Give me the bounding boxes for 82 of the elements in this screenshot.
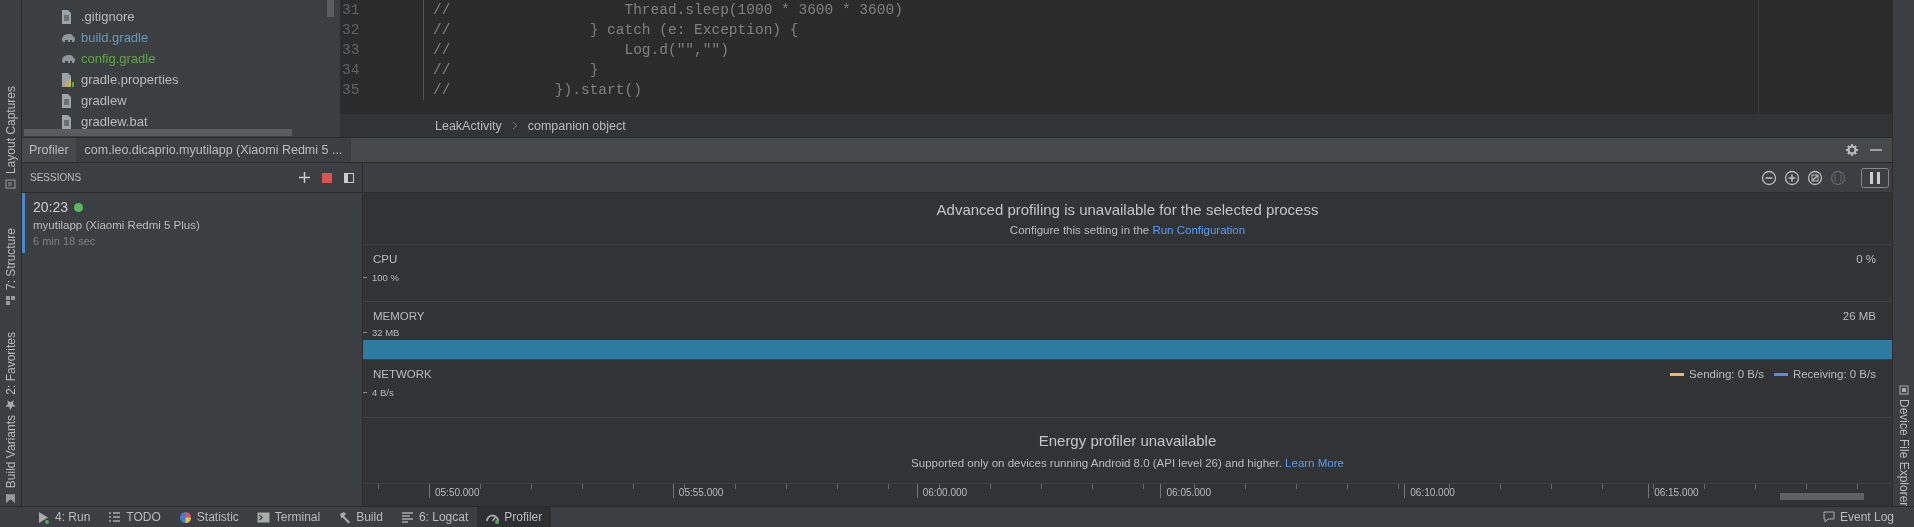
file-name[interactable]: .gitignore [81, 9, 135, 24]
line-number: 33 [340, 40, 424, 60]
monitor-label: NETWORK [373, 368, 433, 380]
axis-scale-label: 32 MB [372, 327, 400, 339]
tool-window-button[interactable]: Statistic [169, 507, 248, 527]
file-name[interactable]: config.gradle [81, 51, 156, 66]
tool-window-button[interactable]: Layout Captures [3, 84, 18, 193]
file-name[interactable]: gradlew [81, 93, 127, 108]
session-duration: 6 min 18 sec [33, 235, 97, 247]
energy-text: Supported only on devices running Android 8.0 (API level 26) and higher. Learn More [911, 457, 1344, 469]
code-line: // }).start() [432, 82, 642, 98]
tool-window-button[interactable]: Terminal [247, 507, 330, 527]
file-name[interactable]: gradlew.bat [81, 114, 148, 129]
pie-chart-icon [178, 510, 192, 524]
reset-zoom-icon[interactable] [1807, 169, 1823, 186]
energy-title: Energy profiler unavailable [1038, 432, 1217, 449]
layout-captures-icon [5, 179, 16, 191]
pause-icon[interactable] [1861, 167, 1889, 188]
properties-file-icon [61, 72, 75, 87]
tool-window-button[interactable]: 2: Favorites [3, 330, 18, 413]
breadcrumb-item[interactable]: companion object [527, 118, 626, 133]
line-number: 35 [340, 80, 424, 100]
monitor-value: 0 % [1856, 253, 1876, 265]
run-icon [37, 510, 50, 524]
axis-scale-label: 100 % [372, 271, 399, 283]
code-line: // Log.d("","") [432, 42, 729, 58]
learn-more-link[interactable]: Learn More [1285, 457, 1344, 469]
tool-window-button[interactable]: Build [329, 507, 392, 527]
monitor-label: CPU [373, 253, 399, 265]
time-axis-label: 05:55.000 [672, 484, 917, 498]
plus-icon[interactable] [299, 172, 310, 183]
tab[interactable]: com.leo.dicaprio.myutilapp (Xiaomi Redmi 5 ... [75, 138, 352, 162]
settings-icon[interactable] [1846, 144, 1858, 156]
tool-window-button[interactable]: 6: Logcat [391, 507, 478, 527]
build-variants-icon [5, 492, 16, 504]
tool-window-button[interactable]: TODO [99, 507, 170, 527]
monitor-label: MEMORY [373, 309, 426, 322]
monitor-value: 26 MB [1842, 309, 1876, 322]
chevron-icon [511, 121, 518, 130]
scrollbar[interactable] [24, 129, 292, 136]
axis-scale-label: 4 B/s [372, 386, 394, 398]
device-icon [1898, 384, 1909, 395]
structure-icon [5, 295, 16, 307]
banner-text: Configure this setting in the Run Configuration [1009, 224, 1246, 236]
file-name[interactable]: gradle.properties [81, 72, 179, 87]
speech-bubble-icon [1822, 511, 1835, 523]
star-icon [5, 399, 16, 411]
line-number: 34 [340, 60, 424, 80]
time-axis-label: 06:10.000 [1404, 484, 1649, 498]
line-number: 32 [340, 20, 424, 40]
event-log-button[interactable]: Event Log [1813, 507, 1914, 527]
tool-window-button[interactable]: Build Variants [3, 412, 18, 506]
banner-title: Advanced profiling is unavailable for the selected process [936, 201, 1319, 218]
panel-layout-icon[interactable] [344, 172, 354, 183]
tool-window-button[interactable]: Device File Explorer [1896, 384, 1911, 506]
hammer-icon [338, 510, 352, 524]
session-app: myutilapp (Xiaomi Redmi 5 Plus) [33, 219, 201, 231]
legend-label: Sending: 0 B/s [1689, 368, 1764, 380]
tool-window-button[interactable]: Profiler [477, 507, 552, 527]
file-name[interactable]: build.gradle [81, 30, 149, 45]
code-line: // } [432, 62, 599, 78]
stop-icon[interactable] [322, 172, 332, 183]
scrollbar[interactable] [1780, 493, 1864, 500]
tool-window-button[interactable]: 4: Run [28, 507, 100, 527]
time-axis-label: 05:50.000 [429, 484, 673, 498]
run-configuration-link[interactable]: Run Configuration [1152, 224, 1246, 236]
session-time: 20:23 [33, 199, 69, 215]
log-lines-icon [400, 510, 414, 524]
panel-title: SESSIONS [30, 172, 83, 183]
terminal-icon [256, 510, 270, 524]
line-number: 31 [340, 0, 424, 20]
code-line: // } catch (e: Exception) { [432, 22, 799, 38]
zoom-out-icon[interactable] [1761, 169, 1777, 186]
tool-window-button[interactable]: 7: Structure [3, 226, 18, 309]
zoom-in-icon[interactable] [1784, 169, 1800, 186]
scrollbar[interactable] [327, 0, 334, 17]
time-axis-label: 06:05.000 [1160, 484, 1405, 498]
time-axis-label: 06:00.000 [916, 484, 1161, 498]
legend-label: Receiving: 0 B/s [1792, 368, 1876, 380]
code-line: // Thread.sleep(1000 * 3600 * 3600) [432, 2, 903, 18]
list-icon [108, 510, 122, 524]
breadcrumb-item[interactable]: LeakActivity [435, 118, 502, 133]
